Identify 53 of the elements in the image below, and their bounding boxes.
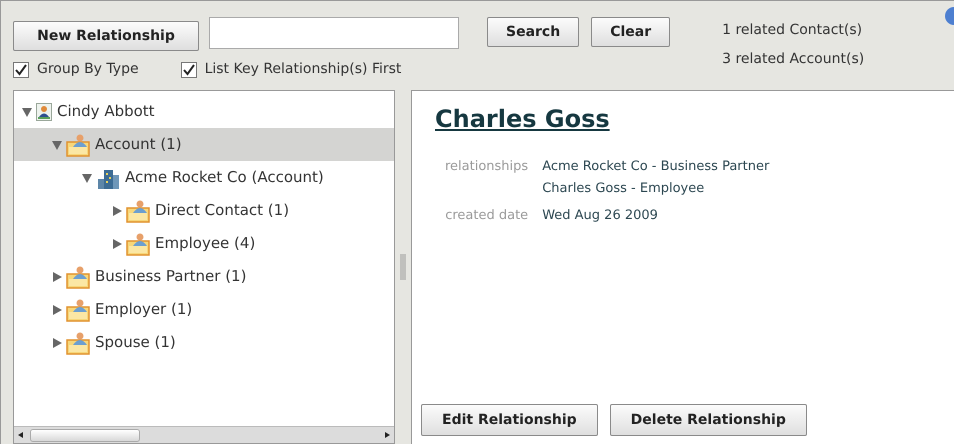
tree-item-label: Cindy Abbott	[57, 101, 155, 122]
contact-card-icon	[36, 102, 52, 120]
expand-arrow-icon[interactable]	[112, 238, 124, 248]
tree-item[interactable]: Direct Contact (1)	[14, 194, 394, 227]
clear-button[interactable]: Clear	[591, 17, 670, 47]
tree-item-label: Spouse (1)	[95, 332, 176, 354]
tree-item[interactable]: Acme Rocket Co (Account)	[14, 161, 394, 194]
field-label: created date	[445, 207, 528, 225]
folder-person-icon	[66, 330, 90, 354]
horizontal-scrollbar[interactable]	[14, 426, 394, 443]
tree-item[interactable]: Employee (4)	[14, 227, 394, 260]
collapse-arrow-icon[interactable]	[82, 172, 94, 182]
folder-person-icon	[66, 264, 90, 288]
folder-person-icon	[66, 298, 90, 322]
field-value: Wed Aug 26 2009	[542, 207, 659, 225]
tree-item[interactable]: Account (1)	[14, 128, 394, 161]
folder-person-icon	[126, 198, 150, 222]
tree-item[interactable]: Employer (1)	[14, 293, 394, 326]
relationship-button[interactable]: Delete Relationship	[610, 404, 807, 436]
tree-item-label: Acme Rocket Co (Account)	[125, 167, 324, 188]
expand-arrow-icon[interactable]	[52, 338, 64, 348]
field-value: Charles Goss - Employee	[542, 180, 706, 198]
tree-item-label: Employer (1)	[95, 299, 192, 320]
tree-item[interactable]: Spouse (1)	[14, 326, 394, 359]
checkbox-label: Group By Type	[37, 60, 139, 79]
expand-arrow-icon[interactable]	[52, 304, 64, 314]
tree-item-label: Employee (4)	[155, 233, 256, 254]
collapse-arrow-icon[interactable]	[22, 106, 34, 116]
search-button[interactable]: Search	[487, 17, 580, 47]
checkbox-label: List Key Relationship(s) First	[204, 60, 402, 79]
collapse-arrow-icon[interactable]	[52, 140, 64, 150]
tree-item[interactable]: Cindy Abbott	[14, 95, 394, 128]
search-field[interactable]	[209, 17, 459, 49]
tree-item-label: Business Partner (1)	[95, 266, 246, 288]
tree-item-label: Direct Contact (1)	[155, 200, 290, 222]
related-count: 1 related Contact(s)	[722, 21, 864, 40]
expand-arrow-icon[interactable]	[112, 206, 124, 216]
contact-name-link[interactable]: Charles Goss	[435, 101, 610, 137]
folder-person-icon	[126, 232, 150, 256]
scrollbar-thumb[interactable]	[30, 428, 140, 442]
relationship-button[interactable]: Edit Relationship	[421, 404, 598, 436]
field-label: relationships	[445, 158, 528, 176]
tree-item[interactable]: Business Partner (1)	[14, 260, 394, 293]
field-value: Acme Rocket Co - Business Partner	[542, 158, 770, 176]
folder-person-icon	[66, 132, 90, 156]
checkbox[interactable]	[180, 62, 197, 78]
new-relationship-button[interactable]: New Relationship	[13, 21, 199, 51]
expand-arrow-icon[interactable]	[52, 272, 64, 282]
checkbox[interactable]	[13, 62, 29, 78]
related-count: 3 related Account(s)	[722, 50, 864, 69]
info-icon[interactable]	[944, 7, 954, 25]
tree-item-label: Account (1)	[95, 134, 182, 156]
splitter-grip-icon[interactable]	[400, 254, 406, 280]
